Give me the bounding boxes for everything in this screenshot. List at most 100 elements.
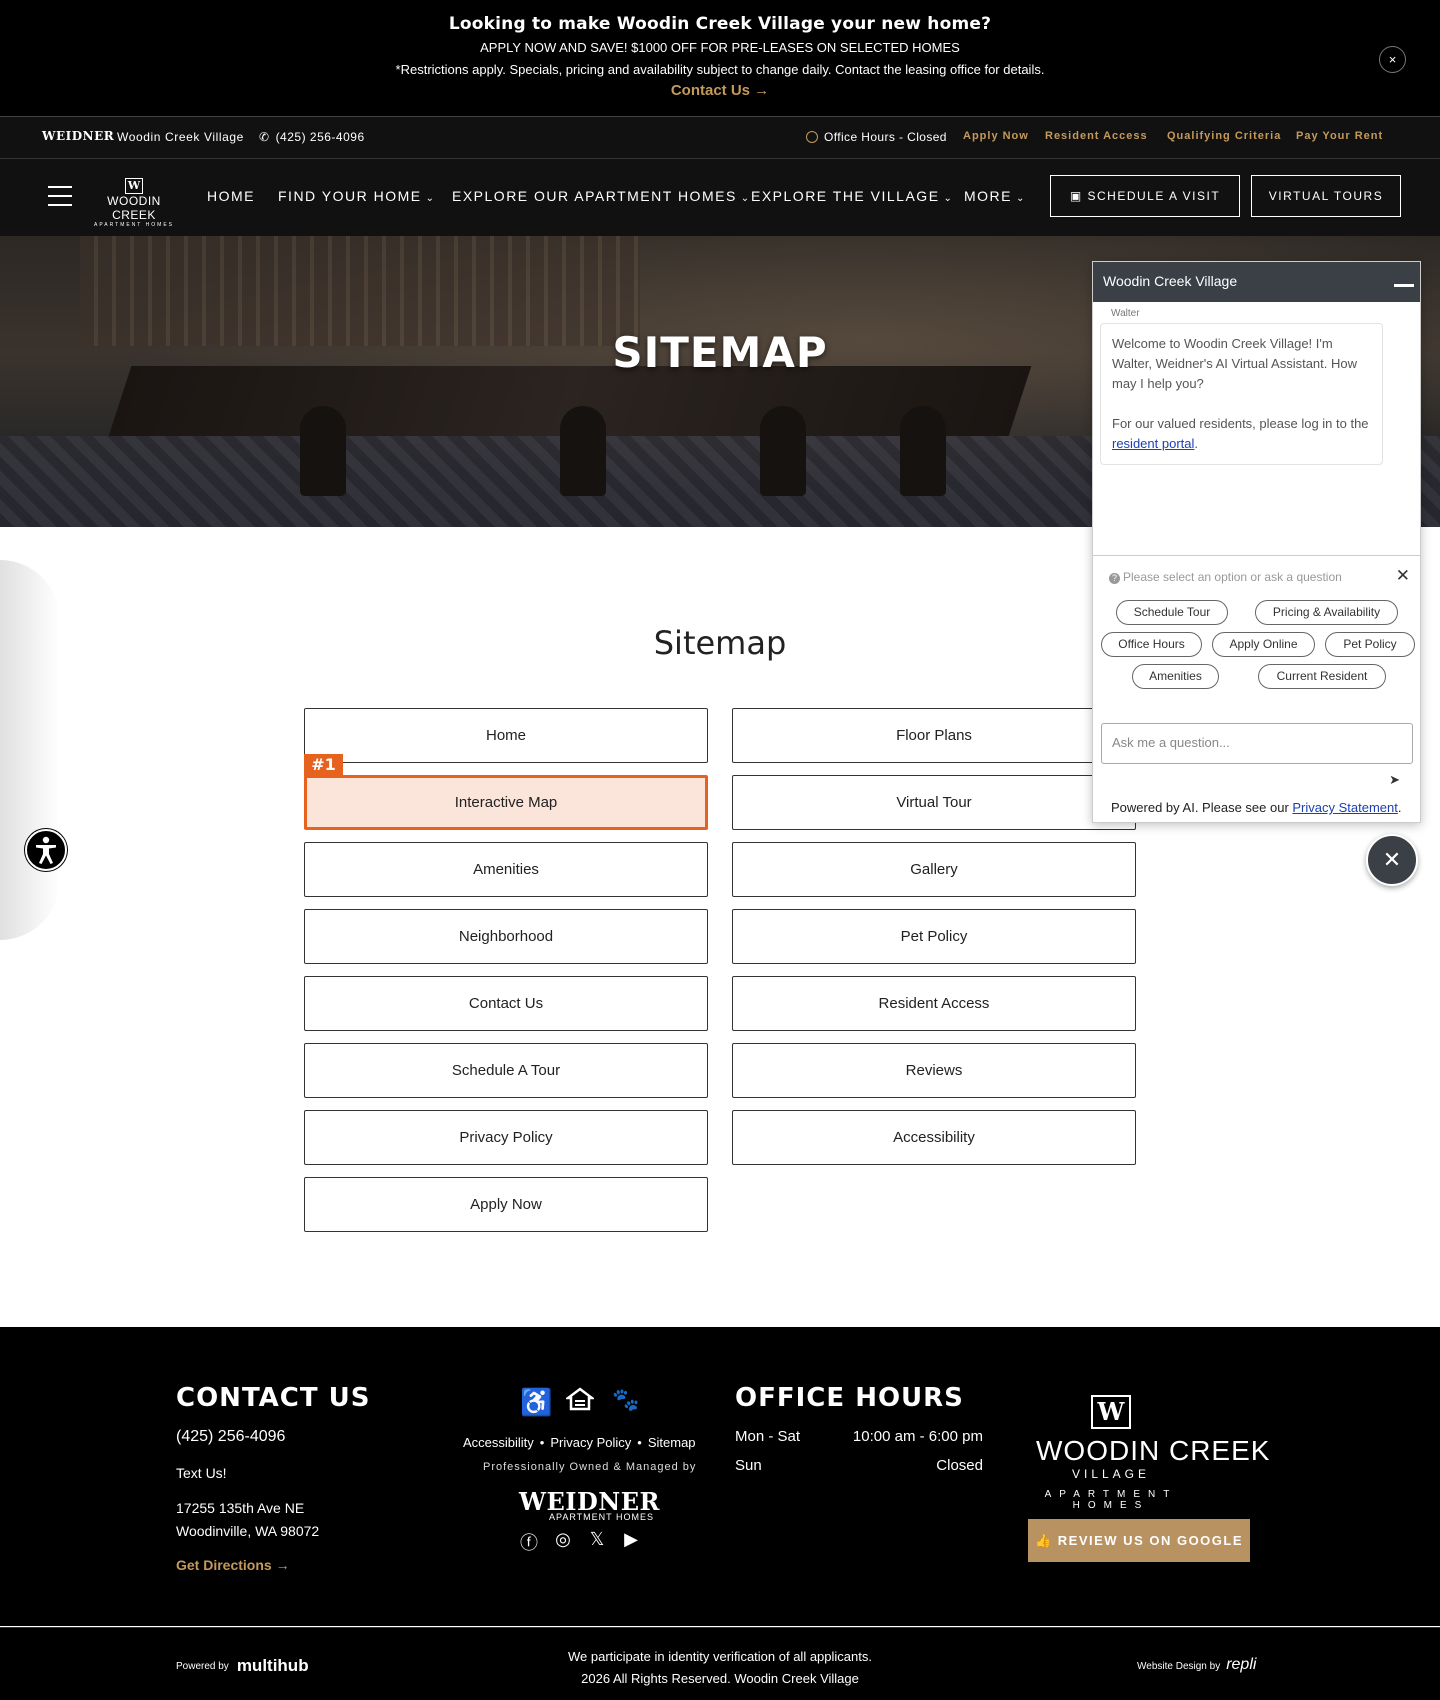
hours-time: Closed	[936, 1457, 983, 1474]
footer-links: Accessibility • Privacy Policy • Sitemap	[463, 1435, 696, 1450]
chat-divider	[1093, 555, 1420, 556]
utility-link-qualifying-criteria[interactable]: Qualifying Criteria	[1167, 130, 1281, 142]
main-nav: W WOODIN CREEK APARTMENT HOMES HOME FIND…	[0, 159, 1440, 236]
chat-close-icon[interactable]: ✕	[1366, 834, 1418, 886]
sitemap-link-interactive-map[interactable]: Interactive Map	[304, 775, 708, 830]
chevron-down-icon: ⌄	[425, 193, 436, 204]
schedule-visit-label: SCHEDULE A VISIT	[1087, 189, 1221, 203]
footer-logo-name: WOODIN CREEK	[1036, 1435, 1271, 1466]
privacy-statement-link[interactable]: Privacy Statement	[1292, 800, 1398, 815]
sitemap-link-accessibility[interactable]: Accessibility	[732, 1110, 1136, 1165]
sitemap-link-gallery[interactable]: Gallery	[732, 842, 1136, 897]
promo-contact-link[interactable]: Contact Us →	[0, 82, 1440, 99]
sitemap-link-apply-now[interactable]: Apply Now	[304, 1177, 708, 1232]
office-hours-heading: OFFICE HOURS	[735, 1383, 964, 1413]
sitemap-link-contact-us[interactable]: Contact Us	[304, 976, 708, 1031]
sitemap-link-virtual-tour[interactable]: Virtual Tour	[732, 775, 1136, 830]
instagram-icon[interactable]: ◎	[551, 1529, 575, 1550]
chip-pricing-availability[interactable]: Pricing & Availability	[1255, 600, 1398, 625]
managed-by-text: Professionally Owned & Managed by	[483, 1461, 697, 1473]
nav-find-your-home[interactable]: FIND YOUR HOME ⌄	[278, 188, 436, 204]
utility-link-resident-access[interactable]: Resident Access	[1045, 130, 1148, 142]
accessibility-tab-shadow	[0, 560, 60, 940]
youtube-icon[interactable]: ▶	[619, 1529, 643, 1550]
chat-widget: Woodin Creek Village Walter Welcome to W…	[1092, 261, 1421, 823]
sitemap-link-schedule-tour[interactable]: Schedule A Tour	[304, 1043, 708, 1098]
chip-amenities[interactable]: Amenities	[1132, 664, 1219, 689]
office-hours-status: Office Hours - Closed	[806, 130, 947, 144]
virtual-tours-button[interactable]: VIRTUAL TOURS	[1251, 175, 1401, 217]
hours-day: Sun	[735, 1457, 762, 1474]
hours-day: Mon - Sat	[735, 1428, 801, 1445]
promo-close-icon[interactable]: ×	[1379, 46, 1406, 73]
accessibility-figure-icon	[36, 836, 56, 864]
rank-badge: #1	[304, 754, 343, 776]
sitemap-link-resident-access[interactable]: Resident Access	[732, 976, 1136, 1031]
calendar-icon: ▣	[1069, 189, 1088, 203]
footer-logo[interactable]: W WOODIN CREEK VILLAGE APARTMENT HOMES	[1036, 1395, 1271, 1511]
chat-title: Woodin Creek Village	[1103, 273, 1238, 289]
schedule-visit-button[interactable]: ▣ SCHEDULE A VISIT	[1050, 175, 1240, 217]
hero-stool	[560, 406, 606, 496]
facebook-icon[interactable]: ⓕ	[517, 1529, 541, 1555]
footer-link-accessibility[interactable]: Accessibility	[463, 1435, 534, 1450]
sitemap-link-reviews[interactable]: Reviews	[732, 1043, 1136, 1098]
utility-link-pay-rent[interactable]: Pay Your Rent	[1296, 130, 1383, 142]
chat-prompt: ? Please select an option or ask a questi…	[1109, 570, 1342, 584]
get-directions-link[interactable]: Get Directions →	[176, 1557, 290, 1573]
close-options-icon[interactable]: ✕	[1396, 566, 1410, 586]
hero-stool	[300, 406, 346, 496]
nav-explore-apartments[interactable]: EXPLORE OUR APARTMENT HOMES ⌄	[452, 188, 751, 204]
sitemap-link-privacy-policy[interactable]: Privacy Policy	[304, 1110, 708, 1165]
chat-message-bubble: Welcome to Woodin Creek Village! I'm Wal…	[1100, 323, 1383, 465]
chat-resident-prefix: For our valued residents, please log in …	[1112, 416, 1369, 431]
bottom-bar: Powered by multihub We participate in ide…	[0, 1627, 1440, 1700]
utility-phone[interactable]: ✆ (425) 256-4096	[259, 130, 365, 144]
review-google-label: REVIEW US ON GOOGLE	[1057, 1533, 1244, 1548]
utility-bar: WEIDNER Woodin Creek Village ✆ (425) 256-…	[0, 117, 1440, 159]
weidner-logo[interactable]: WEIDNER APARTMENT HOMES	[519, 1487, 660, 1522]
hamburger-menu-icon[interactable]	[48, 186, 72, 206]
utility-phone-number: (425) 256-4096	[275, 130, 365, 144]
design-by-label: Website Design by	[1137, 1661, 1221, 1672]
sitemap-link-neighborhood[interactable]: Neighborhood	[304, 909, 708, 964]
review-google-button[interactable]: 👍 REVIEW US ON GOOGLE	[1028, 1519, 1250, 1562]
nav-explore-village[interactable]: EXPLORE THE VILLAGE ⌄	[751, 188, 953, 204]
promo-subheadline: APPLY NOW AND SAVE! $1000 OFF FOR PRE-LE…	[480, 40, 960, 55]
office-hours-text: Office Hours - Closed	[824, 130, 947, 144]
thumbs-up-icon: 👍	[1034, 1533, 1058, 1548]
sitemap-link-home[interactable]: Home	[304, 708, 708, 763]
minimize-icon[interactable]	[1394, 284, 1414, 287]
chip-apply-online[interactable]: Apply Online	[1212, 632, 1315, 657]
x-twitter-icon[interactable]: 𝕏	[585, 1529, 609, 1550]
logo-name: WOODIN CREEK	[107, 194, 161, 222]
sitemap-link-pet-policy[interactable]: Pet Policy	[732, 909, 1136, 964]
contact-heading: CONTACT US	[176, 1383, 371, 1413]
chip-schedule-tour[interactable]: Schedule Tour	[1116, 600, 1228, 625]
footer-link-sitemap[interactable]: Sitemap	[648, 1435, 696, 1450]
hours-time: 10:00 am - 6:00 pm	[852, 1428, 983, 1445]
nav-more[interactable]: MORE ⌄	[964, 188, 1026, 204]
separator: •	[539, 1435, 545, 1450]
footer: CONTACT US (425) 256-4096 Text Us! 17255…	[0, 1327, 1440, 1626]
chip-office-hours[interactable]: Office Hours	[1101, 632, 1202, 657]
sitemap-link-floor-plans[interactable]: Floor Plans	[732, 708, 1136, 763]
accessibility-icon[interactable]	[25, 829, 67, 871]
sitemap-link-amenities[interactable]: Amenities	[304, 842, 708, 897]
logo-monogram: W	[125, 178, 143, 194]
footer-phone[interactable]: (425) 256-4096	[176, 1428, 285, 1446]
chat-input[interactable]: Ask me a question...	[1101, 723, 1413, 764]
footer-link-privacy-policy[interactable]: Privacy Policy	[550, 1435, 631, 1450]
resident-portal-link[interactable]: resident portal	[1112, 436, 1194, 451]
hero-stool	[900, 406, 946, 496]
nav-home[interactable]: HOME	[207, 188, 255, 204]
website-design-by[interactable]: Website Design by repli	[1137, 1656, 1256, 1674]
weidner-mini-logo[interactable]: WEIDNER	[42, 129, 114, 143]
utility-link-apply-now[interactable]: Apply Now	[963, 130, 1029, 142]
footer-text-us[interactable]: Text Us!	[176, 1465, 227, 1481]
chip-pet-policy[interactable]: Pet Policy	[1325, 632, 1415, 657]
nav-explore-apartments-label: EXPLORE OUR APARTMENT HOMES	[452, 188, 737, 204]
send-icon[interactable]: ➤	[1389, 772, 1400, 788]
chip-current-resident[interactable]: Current Resident	[1258, 664, 1386, 689]
header-logo[interactable]: W WOODIN CREEK APARTMENT HOMES	[86, 176, 182, 228]
